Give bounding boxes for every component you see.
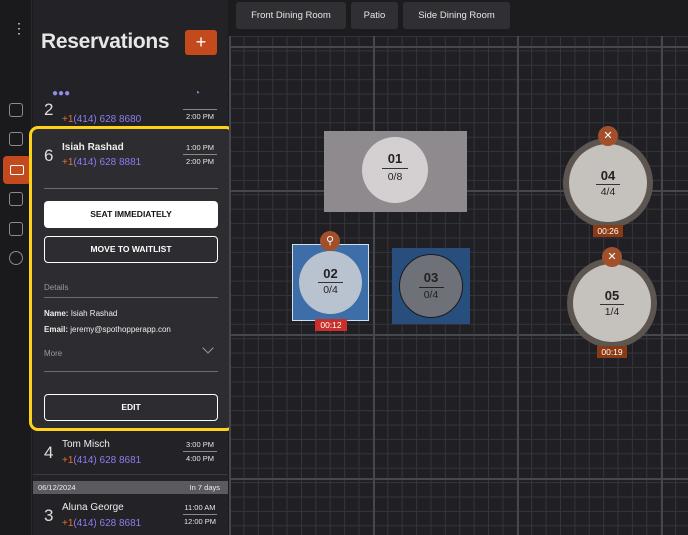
reservation-times: 2:00 PM	[183, 102, 217, 121]
table-05-timer: 00:19	[597, 346, 627, 358]
walking-person-icon: ⚲	[320, 231, 340, 251]
date-divider: 06/12/2024 In 7 days	[33, 481, 228, 494]
fork-knife-icon: ✕	[598, 126, 618, 146]
divider	[44, 188, 218, 189]
divider	[44, 371, 218, 372]
chevron-down-icon[interactable]	[202, 342, 214, 354]
move-to-waitlist-button[interactable]: MOVE TO WAITLIST	[44, 236, 218, 263]
floor-plan[interactable]: 01 0/8 02 0/4 ⚲ 00:12 03 0/4 04 4/4 ✕ 00…	[229, 36, 688, 535]
table-05[interactable]: 05 1/4	[567, 258, 657, 348]
table-03[interactable]: 03 0/4	[392, 248, 470, 324]
reservation-row-3[interactable]: 3 Aluna George +1(414) 628 8681 11:00 AM…	[33, 497, 228, 535]
layout-icon[interactable]	[9, 222, 23, 236]
more-toggle[interactable]: More	[44, 349, 62, 358]
tab-patio[interactable]: Patio	[351, 2, 398, 29]
party-size: 2	[44, 100, 54, 119]
list-icon[interactable]	[9, 132, 23, 146]
tab-side-dining-room[interactable]: Side Dining Room	[403, 2, 510, 29]
reservation-row-4[interactable]: 4 Tom Misch +1(414) 628 8681 3:00 PM 4:0…	[33, 434, 228, 474]
reservation-times: 3:00 PM 4:00 PM	[183, 440, 217, 463]
phone-number: +1(414) 628 8681	[62, 455, 142, 466]
reservation-times: 11:00 AM 12:00 PM	[183, 503, 217, 526]
guest-name-detail: Name: Isiah Rashad	[44, 309, 118, 318]
details-label: Details	[44, 283, 69, 292]
tab-front-dining-room[interactable]: Front Dining Room	[236, 2, 346, 29]
phone-number: +1(414) 628 8680	[62, 114, 142, 125]
phone-number: +1(414) 628 8681	[62, 518, 142, 529]
table-04-seat: 04 4/4	[569, 144, 647, 222]
seat-immediately-button[interactable]: SEAT IMMEDIATELY	[44, 201, 218, 228]
table-04-timer: 00:26	[593, 225, 623, 237]
more-vertical-icon[interactable]: ⋮	[12, 21, 26, 35]
table-01[interactable]: 01 0/8	[324, 131, 467, 212]
party-size: 3	[44, 506, 54, 525]
guest-name: Tom Misch	[62, 439, 110, 450]
edit-button[interactable]: EDIT	[44, 394, 218, 421]
party-size: 6	[44, 146, 54, 165]
page-title: Reservations	[41, 30, 170, 53]
table-02-seat: 02 0/4	[299, 251, 362, 314]
table-02-timer: 00:12	[315, 319, 347, 331]
table-04[interactable]: 04 4/4	[563, 138, 653, 228]
party-size: 4	[44, 443, 54, 462]
fork-knife-icon: ✕	[602, 247, 622, 267]
divider	[33, 474, 228, 475]
app-root: ⋮ Reservations + ●●● ◔ 2 +1(414) 628 868…	[0, 0, 688, 535]
divider	[44, 297, 218, 298]
reservations-icon	[10, 165, 24, 175]
gear-icon[interactable]	[9, 251, 23, 265]
nav-rail: ⋮	[0, 0, 32, 535]
guest-name: Aluna George	[62, 502, 124, 513]
table-01-seat: 01 0/8	[362, 137, 428, 203]
add-reservation-button[interactable]: +	[185, 30, 217, 55]
phone-number: +1(414) 628 8881	[62, 157, 142, 168]
reservation-row-2[interactable]: 2 +1(414) 628 8680 2:00 PM	[33, 96, 228, 126]
nav-reservations[interactable]	[3, 156, 31, 184]
table-02[interactable]: 02 0/4	[292, 244, 369, 321]
watch-icon[interactable]	[9, 103, 23, 117]
guest-email-detail: Email: jeremy@spothopperapp.con	[44, 325, 171, 334]
table-05-seat: 05 1/4	[573, 264, 651, 342]
guest-name: Isiah Rashad	[62, 142, 124, 153]
table-icon[interactable]	[9, 192, 23, 206]
reservation-times: 1:00 PM 2:00 PM	[183, 143, 217, 166]
selected-reservation-card[interactable]: 6 Isiah Rashad +1(414) 628 8881 1:00 PM …	[29, 126, 235, 431]
table-03-seat: 03 0/4	[399, 254, 463, 318]
